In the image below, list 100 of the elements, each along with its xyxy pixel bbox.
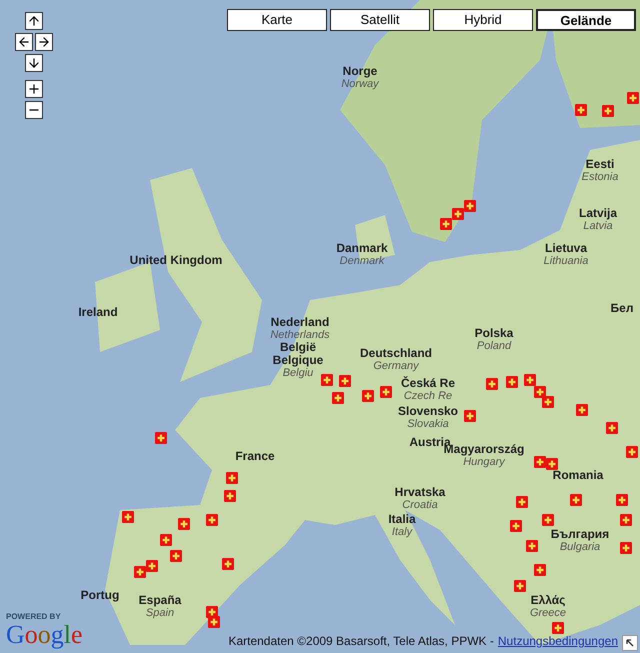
country-label: Romania — [552, 469, 604, 482]
pan-up-button[interactable] — [25, 12, 43, 30]
country-english-label: Spain — [146, 607, 174, 620]
country-english-label: Norway — [341, 78, 379, 91]
country-english-label: Poland — [476, 340, 512, 353]
map-type-button[interactable]: Satellit — [330, 9, 430, 31]
country-label: Belgique — [272, 354, 324, 367]
marker-icon[interactable] — [602, 105, 614, 117]
country-english-label: Bulgaria — [560, 541, 600, 554]
country-label: Latvija — [579, 207, 617, 220]
zoom-out-button[interactable] — [25, 101, 43, 119]
marker-icon[interactable] — [606, 422, 618, 434]
zoom-in-button[interactable] — [25, 80, 43, 98]
marker-icon[interactable] — [534, 456, 546, 468]
country-label: България — [550, 528, 610, 541]
marker-icon[interactable] — [542, 396, 554, 408]
country-label: Ελλάς — [530, 594, 566, 607]
country-english-label: Latvia — [583, 220, 613, 233]
marker-icon[interactable] — [576, 404, 588, 416]
marker-icon[interactable] — [146, 560, 158, 572]
country-english-label: Hungary — [463, 456, 505, 469]
marker-icon[interactable] — [486, 378, 498, 390]
marker-icon[interactable] — [339, 375, 351, 387]
plus-icon — [27, 82, 41, 96]
marker-icon[interactable] — [440, 218, 452, 230]
country-label: Nederland — [270, 316, 330, 329]
map-type-button[interactable]: Karte — [227, 9, 327, 31]
marker-icon[interactable] — [332, 392, 344, 404]
marker-icon[interactable] — [627, 92, 639, 104]
country-label: España — [138, 594, 182, 607]
marker-icon[interactable] — [464, 410, 476, 422]
marker-icon[interactable] — [222, 558, 234, 570]
marker-icon[interactable] — [575, 104, 587, 116]
country-english-label: Lithuania — [544, 255, 588, 268]
pan-down-button[interactable] — [25, 54, 43, 72]
marker-icon[interactable] — [206, 514, 218, 526]
marker-icon[interactable] — [170, 550, 182, 562]
marker-icon[interactable] — [380, 386, 392, 398]
attribution-text: Kartendaten ©2009 Basarsoft, Tele Atlas, PPWK - — [228, 633, 494, 650]
powered-by-caption: POWERED BY — [6, 612, 62, 621]
marker-icon[interactable] — [226, 472, 238, 484]
marker-icon[interactable] — [224, 490, 236, 502]
marker-icon[interactable] — [552, 622, 564, 634]
map-type-button[interactable]: Gelände — [536, 9, 636, 31]
marker-icon[interactable] — [452, 208, 464, 220]
country-label: United Kingdom — [130, 254, 222, 267]
marker-icon[interactable] — [160, 534, 172, 546]
country-english-label: Netherlands — [270, 329, 330, 342]
google-logo: Google — [6, 621, 83, 649]
marker-icon[interactable] — [620, 514, 632, 526]
country-label: Бел — [610, 302, 634, 315]
marker-icon[interactable] — [506, 376, 518, 388]
marker-icon[interactable] — [546, 458, 558, 470]
country-english-label: Greece — [530, 607, 566, 620]
marker-icon[interactable] — [524, 374, 536, 386]
marker-icon[interactable] — [321, 374, 333, 386]
marker-icon[interactable] — [534, 564, 546, 576]
country-label: Slovensko — [398, 405, 458, 418]
marker-icon[interactable] — [134, 566, 146, 578]
pan-left-button[interactable] — [15, 33, 33, 51]
marker-icon[interactable] — [208, 616, 220, 628]
country-english-label: Czech Re — [404, 390, 452, 403]
country-label: Eesti — [586, 158, 614, 171]
country-label: Polska — [474, 327, 514, 340]
marker-icon[interactable] — [362, 390, 374, 402]
country-label: Česká Re — [400, 377, 456, 390]
country-label: Lietuva — [544, 242, 587, 255]
marker-icon[interactable] — [620, 542, 632, 554]
marker-icon[interactable] — [464, 200, 476, 212]
arrow-right-icon — [37, 35, 51, 49]
marker-icon[interactable] — [534, 386, 546, 398]
marker-icon[interactable] — [526, 540, 538, 552]
marker-icon[interactable] — [626, 446, 638, 458]
country-english-label: Italy — [392, 526, 412, 539]
marker-icon[interactable] — [516, 496, 528, 508]
marker-icon[interactable] — [542, 514, 554, 526]
pan-right-button[interactable] — [35, 33, 53, 51]
country-label: Deutschland — [360, 347, 432, 360]
country-english-label: Croatia — [402, 499, 438, 512]
marker-icon[interactable] — [570, 494, 582, 506]
country-english-label: Denmark — [340, 255, 384, 268]
country-label: Ireland — [78, 306, 118, 319]
country-english-label: Germany — [373, 360, 419, 373]
country-label: Italia — [388, 513, 416, 526]
country-label: Danmark — [336, 242, 388, 255]
resize-corner-icon[interactable] — [622, 635, 638, 651]
marker-icon[interactable] — [616, 494, 628, 506]
country-label: Norge — [342, 65, 378, 78]
country-label: France — [235, 450, 275, 463]
country-label: Portug — [80, 589, 120, 602]
country-label: België — [280, 341, 316, 354]
marker-icon[interactable] — [514, 580, 526, 592]
country-english-label: Belgiu — [282, 367, 314, 380]
country-english-label: Estonia — [582, 171, 618, 184]
terms-link[interactable]: Nutzungsbedingungen — [498, 632, 618, 650]
marker-icon[interactable] — [178, 518, 190, 530]
marker-icon[interactable] — [122, 511, 134, 523]
map-type-button[interactable]: Hybrid — [433, 9, 533, 31]
marker-icon[interactable] — [155, 432, 167, 444]
marker-icon[interactable] — [510, 520, 522, 532]
